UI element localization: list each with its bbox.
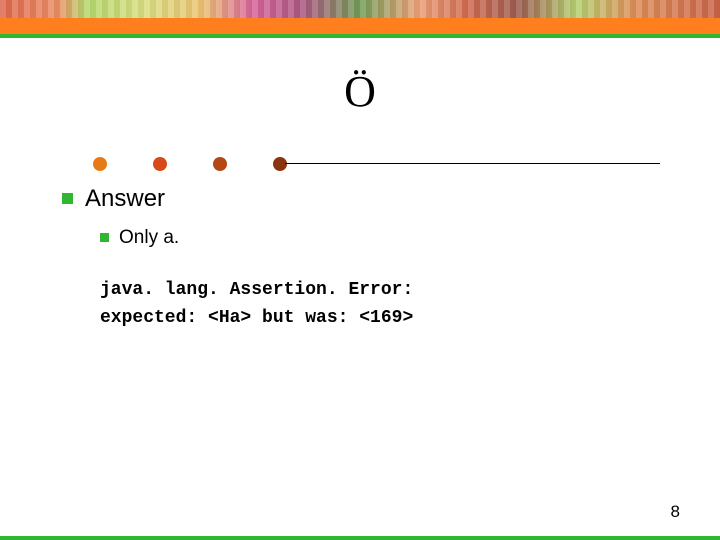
code-line: expected: <Ha> but was: <169> <box>100 305 720 333</box>
header-orange-bar <box>0 18 720 34</box>
footer-green-line <box>0 536 720 540</box>
square-bullet-icon <box>100 233 109 242</box>
decorative-horizontal-rule <box>285 163 660 164</box>
bullet-text: Answer <box>85 185 165 213</box>
decorative-dot <box>93 157 107 171</box>
header-decorative-strip <box>0 0 720 18</box>
bullet-item: Answer <box>62 185 720 213</box>
slide-title-area: Ö <box>0 38 720 157</box>
page-number: 8 <box>671 502 680 522</box>
decorative-dot <box>153 157 167 171</box>
sub-bullet-item: Only a. <box>100 227 720 249</box>
decorative-dot <box>273 157 287 171</box>
slide-body: Answer Only a. java. lang. Assertion. Er… <box>0 171 720 333</box>
square-bullet-icon <box>62 193 73 204</box>
code-block: java. lang. Assertion. Error: expected: … <box>100 277 720 333</box>
decorative-dots-row <box>50 157 660 171</box>
slide-title: Ö <box>344 67 376 116</box>
code-line: java. lang. Assertion. Error: <box>100 277 720 305</box>
decorative-dot <box>213 157 227 171</box>
sub-bullet-text: Only a. <box>119 227 179 249</box>
